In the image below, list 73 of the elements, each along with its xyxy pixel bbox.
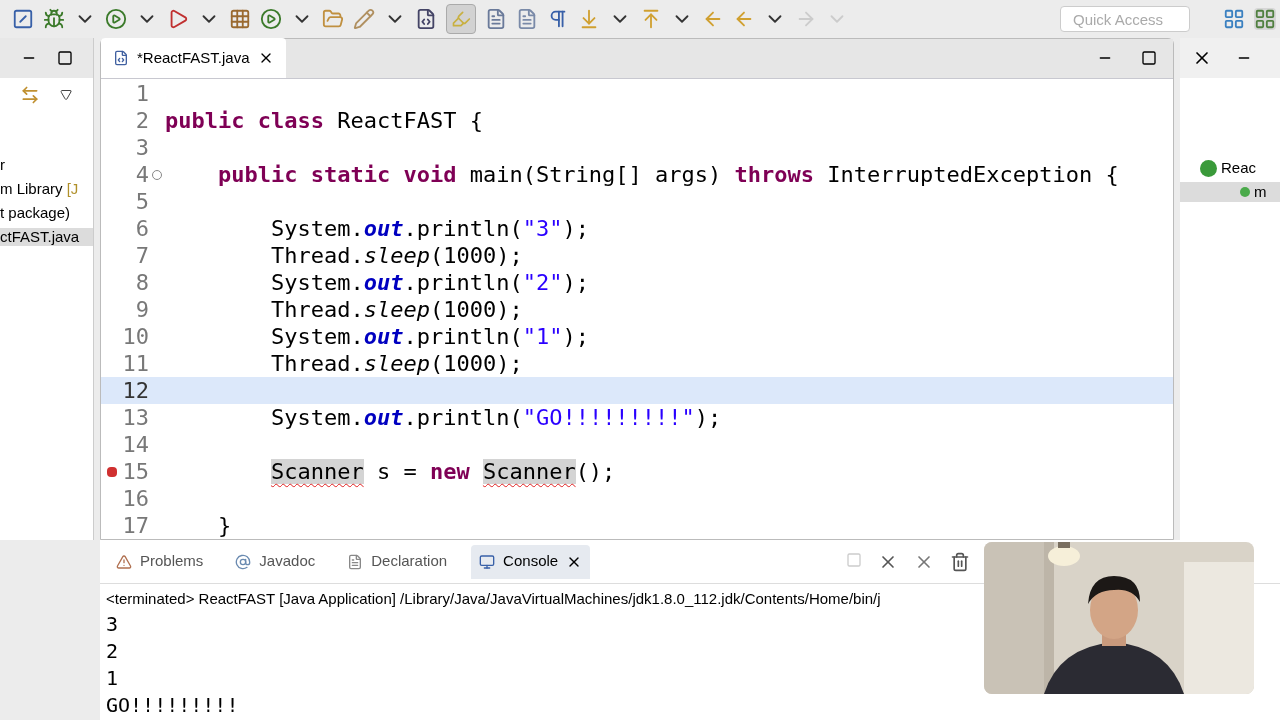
line-number: 17 [122,514,149,537]
line-number: 14 [122,433,149,456]
file-icon[interactable] [415,8,437,30]
code-line: Scanner s = new Scanner(); [269,460,616,483]
document-icon[interactable] [485,8,507,30]
run-icon[interactable] [105,8,127,30]
code-line: System.out.println("2"); [269,271,589,294]
error-icon[interactable] [107,466,117,477]
line-number: 12 [122,379,149,402]
clear-icon[interactable] [950,551,970,572]
grid-icon[interactable] [229,8,251,30]
tab-label: Javadoc [259,551,316,572]
code-line: } [217,514,232,537]
console-output-line: 2 [106,637,120,665]
line-number: 11 [122,352,149,375]
code-line: Thread.sleep(1000); [269,298,523,321]
code-line: Thread.sleep(1000); [269,244,523,267]
line-number: 2 [135,109,149,132]
line-number: 4 [135,163,149,186]
panel-tab[interactable]: Declaration [339,544,456,579]
line-number: 7 [135,244,149,267]
console-output-line: 3 [106,610,120,638]
perspective-icon[interactable] [1223,8,1245,30]
quick-access-field[interactable]: Quick Access [1060,6,1190,32]
maximize-icon[interactable] [1141,50,1157,66]
code-line: public class ReactFAST { [165,109,483,132]
code-line: public static void main(String[] args) throws InterruptedException { [217,163,1119,186]
code-line: Thread.sleep(1000); [269,352,523,375]
maximize-icon[interactable] [57,50,73,66]
panel-tab[interactable]: Console [471,544,591,579]
skip-breakpoints-icon[interactable] [12,8,34,30]
outline-item[interactable]: m [1180,182,1280,202]
console-output-line: GO!!!!!!!!! [106,691,240,719]
at-sign-icon [235,553,252,570]
tree-item[interactable]: r [0,156,93,174]
warning-icon [116,553,132,570]
line-number: 10 [122,325,149,348]
tab-label: Console [503,551,559,572]
line-number: 13 [122,406,149,429]
document-icon [347,553,364,570]
tab-label: Problems [140,551,204,572]
java-file-icon [113,50,129,66]
tab-label: Declaration [371,551,448,572]
editor-tab[interactable]: *ReactFAST.java [101,38,286,78]
line-number: 1 [135,82,149,105]
line-number: 16 [122,487,149,510]
line-number: 5 [135,190,149,213]
java-perspective-icon[interactable] [1254,8,1276,30]
code-line: System.out.println("3"); [269,217,589,240]
highlighter-icon [451,9,471,29]
document-icon[interactable] [516,8,538,30]
tree-item[interactable]: t package) [0,204,93,222]
tree-item[interactable]: m Library [J [0,180,93,198]
view-menu-icon[interactable] [60,89,72,101]
code-line: System.out.println("GO!!!!!!!!!"); [269,406,722,429]
code-line: System.out.println("1"); [269,325,589,348]
link-icon[interactable] [20,85,40,105]
panel-tab[interactable]: Problems [108,544,212,579]
tab-title: *ReactFAST.java [137,47,250,68]
monitor-icon [479,553,496,570]
line-number: 3 [135,136,149,159]
pencil-icon[interactable] [353,8,375,30]
line-number: 9 [135,298,149,321]
panel-tab[interactable]: Javadoc [227,544,324,579]
bug-icon[interactable] [43,8,65,30]
line-number: 15 [122,460,149,483]
tree-item[interactable]: ctFAST.java [0,228,93,246]
highlighter-toggle-button[interactable] [446,4,476,34]
outline-item[interactable]: Reac [1180,158,1280,178]
console-output-line: 1 [106,664,120,692]
line-number: 8 [135,271,149,294]
line-number: 6 [135,217,149,240]
console-header: <terminated> ReactFAST [Java Application] /Library/Java/JavaVirtualMachines/jdk1.8.0_112.jdk/Contents/Home/bin/j [105,589,882,609]
